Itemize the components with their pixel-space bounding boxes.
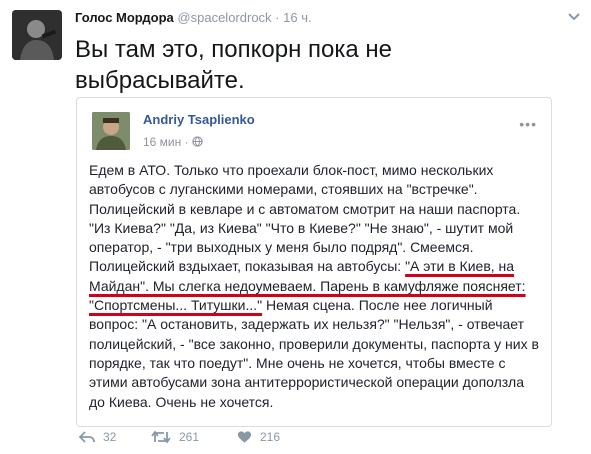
more-icon[interactable]: •••: [519, 116, 537, 132]
quoted-post[interactable]: Andriy Tsaplienko 16 мин · ••• Едем в АТ…: [76, 97, 552, 427]
author-handle[interactable]: @spacelordrock: [177, 10, 271, 25]
like-button[interactable]: 216: [237, 430, 280, 444]
tweet-time[interactable]: 16 ч.: [283, 10, 311, 25]
tweet-header: Голос Мордора @spacelordrock · 16 ч.: [75, 10, 312, 26]
tweet-text: Вы там это, попкорн пока не выбрасывайте…: [75, 36, 393, 94]
quoted-post-body: Едем в АТО. Только что проехали блок-пос…: [89, 161, 541, 412]
reply-count: 32: [103, 430, 117, 444]
author-name[interactable]: Голос Мордора: [75, 10, 174, 25]
quoted-author-name[interactable]: Andriy Tsaplienko: [143, 112, 255, 127]
quoted-post-meta: 16 мин ·: [143, 135, 203, 149]
retweet-icon: [151, 430, 171, 444]
separator: ·: [275, 10, 280, 25]
quoted-post-time[interactable]: 16 мин: [143, 135, 181, 149]
avatar[interactable]: [12, 10, 62, 60]
like-count: 216: [260, 430, 281, 444]
reply-icon: [79, 431, 95, 443]
retweet-button[interactable]: 261: [151, 430, 199, 444]
chevron-down-icon[interactable]: [567, 12, 581, 22]
like-icon: [237, 431, 252, 443]
quoted-author-avatar[interactable]: [92, 112, 130, 150]
retweet-count: 261: [179, 430, 200, 444]
globe-icon: [192, 136, 203, 147]
reply-button[interactable]: 32: [79, 430, 116, 444]
body-text-end: Немая сцена. После нее логичный вопрос: …: [89, 297, 539, 410]
